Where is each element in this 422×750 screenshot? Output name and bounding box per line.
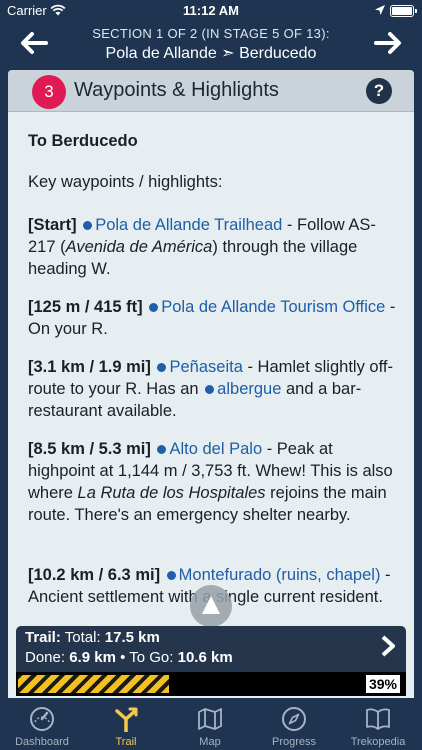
waypoint-dot-icon: [166, 570, 176, 580]
waypoint-item: [Start] Pola de Allande Trailhead - Foll…: [28, 216, 376, 278]
tab-label: Trail: [115, 736, 137, 748]
trail-fork-icon: [115, 707, 138, 732]
trail-progress-bar: 39%: [16, 672, 406, 696]
card-title: Waypoints & Highlights: [74, 79, 279, 101]
waypoint-item: [8.5 km / 5.3 mi] Alto del Palo - Peak a…: [28, 440, 393, 524]
route-title: Pola de Allande ➣ Berducedo: [60, 43, 362, 63]
waypoint-link[interactable]: Montefurado (ruins, chapel): [179, 566, 381, 584]
waypoint-dot-icon: [157, 444, 167, 454]
battery-icon: [390, 5, 417, 17]
tab-label: Trekopedia: [350, 736, 406, 748]
trail-total-value: 17.5 km: [104, 629, 160, 646]
waypoint-item: [3.1 km / 1.9 mi] Peñaseita - Hamlet sli…: [28, 358, 393, 420]
previous-section-arrow-icon[interactable]: [18, 30, 48, 56]
route-to: Berducedo: [239, 45, 317, 62]
compass-icon: [282, 707, 306, 731]
section-header: SECTION 1 OF 2 (IN STAGE 5 OF 13): Pola …: [0, 22, 422, 66]
waypoint-dot-icon: [149, 302, 159, 312]
route-separator: ➣: [221, 45, 235, 62]
waypoint-dot-icon: [205, 384, 215, 394]
scroll-to-top-button[interactable]: [190, 585, 232, 627]
tab-label: Dashboard: [15, 736, 69, 748]
section-subtitle: SECTION 1 OF 2 (IN STAGE 5 OF 13):: [92, 26, 330, 41]
waypoint-distance: [8.5 km / 5.3 mi]: [28, 440, 151, 458]
tab-label: Map: [199, 736, 221, 748]
waypoint-distance: [125 m / 415 ft]: [28, 298, 143, 316]
trail-total-row: Trail: Total: 17.5 km: [25, 629, 160, 646]
trail-togo-value: 10.6 km: [177, 649, 233, 666]
clock: 11:12 AM: [183, 3, 239, 18]
waypoint-distance: [Start]: [28, 216, 77, 234]
help-button[interactable]: ?: [366, 78, 392, 104]
waypoints-intro: Key waypoints / highlights:: [28, 173, 223, 191]
waypoint-distance: [3.1 km / 1.9 mi]: [28, 358, 151, 376]
next-section-arrow-icon[interactable]: [374, 30, 404, 56]
trail-done-row: Done: 6.9 km • To Go: 10.6 km: [25, 649, 233, 666]
dashboard-gauge-icon: [30, 707, 54, 731]
tab-dashboard[interactable]: Dashboard: [0, 706, 84, 748]
book-icon: [366, 708, 390, 730]
tab-map[interactable]: Map: [168, 706, 252, 748]
waypoint-link[interactable]: Pola de Allande Tourism Office: [161, 298, 385, 316]
destination-heading: To Berducedo: [28, 132, 138, 150]
chevron-right-icon[interactable]: [380, 635, 396, 657]
waypoint-dot-icon: [157, 362, 167, 372]
tab-trail[interactable]: Trail: [84, 706, 168, 748]
waypoint-link[interactable]: Peñaseita: [169, 358, 242, 376]
waypoint-link[interactable]: Alto del Palo: [169, 440, 262, 458]
map-icon: [198, 708, 222, 730]
step-number-badge: 3: [32, 75, 66, 109]
tab-bar: Dashboard Trail Map Progress Trekopedia: [0, 698, 422, 750]
progress-fill: [18, 675, 169, 693]
tab-progress[interactable]: Progress: [252, 706, 336, 748]
status-bar: Carrier 11:12 AM: [0, 0, 422, 22]
trail-done-value: 6.9 km: [69, 649, 116, 666]
tab-trekopedia[interactable]: Trekopedia: [336, 706, 420, 748]
route-from: Pola de Allande: [105, 45, 217, 62]
waypoint-link[interactable]: Pola de Allande Trailhead: [95, 216, 282, 234]
card-header: 3 Waypoints & Highlights ?: [8, 70, 414, 112]
location-arrow-icon: [375, 5, 385, 15]
albergue-link[interactable]: albergue: [217, 380, 281, 398]
waypoint-distance: [10.2 km / 6.3 mi]: [28, 566, 161, 584]
progress-percent: 39%: [365, 675, 400, 693]
tab-label: Progress: [271, 736, 317, 748]
waypoint-dot-icon: [83, 220, 93, 230]
trail-progress-panel[interactable]: Trail: Total: 17.5 km Done: 6.9 km • To …: [16, 626, 406, 696]
waypoint-item: [125 m / 415 ft] Pola de Allande Tourism…: [28, 298, 396, 338]
